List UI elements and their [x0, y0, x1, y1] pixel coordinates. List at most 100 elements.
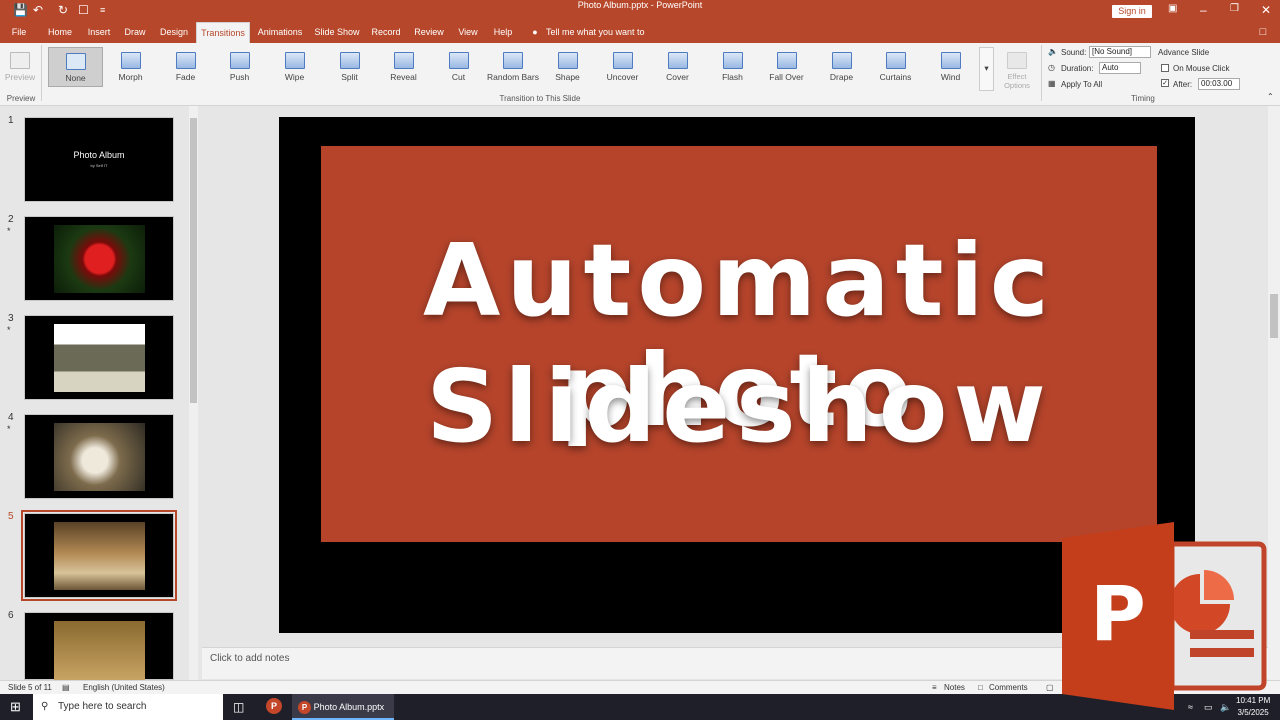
duration-input[interactable]: Auto: [1099, 62, 1141, 74]
on-mouse-click-checkbox[interactable]: [1161, 64, 1169, 72]
save-icon[interactable]: 💾: [13, 3, 28, 17]
ribbon-display-icon[interactable]: ▣: [1168, 3, 1177, 14]
powerpoint-logo: P: [1062, 522, 1268, 710]
notes-button[interactable]: Notes: [944, 683, 965, 692]
transition-flash[interactable]: Flash: [706, 47, 759, 87]
tab-animations[interactable]: Animations: [255, 22, 305, 43]
slide-thumbnail-1[interactable]: Photo Album by Seif IT: [24, 117, 174, 202]
slide-thumbnail-pane: 1 Photo Album by Seif IT 2 * 3 * 4 * 5 6: [0, 106, 200, 681]
plaque-photo: [54, 621, 145, 681]
transition-reveal[interactable]: Reveal: [377, 47, 430, 87]
comments-icon[interactable]: □: [1254, 22, 1272, 43]
powerpoint-taskbar-icon[interactable]: P: [266, 694, 282, 720]
customize-qat-icon[interactable]: ≡: [100, 5, 105, 15]
transition-drape[interactable]: Drape: [815, 47, 868, 87]
apply-to-all-button[interactable]: Apply To All: [1061, 80, 1102, 89]
preview-group-label: Preview: [6, 94, 36, 103]
tab-transitions[interactable]: Transitions: [196, 22, 250, 43]
language[interactable]: English (United States): [83, 683, 165, 692]
transition-none[interactable]: None: [48, 47, 103, 87]
thumbnail-scroll-thumb[interactable]: [190, 118, 197, 403]
after-checkbox[interactable]: ✓: [1161, 79, 1169, 87]
slide-title-line2: Slideshow: [426, 348, 1052, 465]
transition-push[interactable]: Push: [213, 47, 266, 87]
redo-icon[interactable]: ↻: [58, 3, 68, 17]
slide-scrollbar[interactable]: [1268, 106, 1280, 680]
sculpture-photo: [54, 522, 145, 590]
tab-slide-show[interactable]: Slide Show: [312, 22, 362, 43]
transition-wind[interactable]: Wind: [924, 47, 977, 87]
thumb-number: 3: [8, 313, 14, 324]
timing-group-label: Timing: [1131, 94, 1155, 103]
transition-random-bars[interactable]: Random Bars: [484, 47, 542, 87]
comment-icon: □: [978, 683, 983, 692]
window-title: Photo Album.pptx - PowerPoint: [577, 0, 703, 10]
tab-view[interactable]: View: [454, 22, 482, 43]
windows-start-icon[interactable]: ⊞: [10, 699, 21, 715]
tab-draw[interactable]: Draw: [120, 22, 150, 43]
touch-mode-icon[interactable]: ☐: [78, 3, 89, 17]
transition-cut[interactable]: Cut: [432, 47, 485, 87]
undo-icon[interactable]: ↶: [33, 3, 43, 17]
statues-photo: [54, 324, 145, 392]
slide-count: Slide 5 of 11: [8, 683, 52, 692]
transition-group-label: Transition to This Slide: [499, 94, 581, 103]
collapse-ribbon-icon[interactable]: ⌃: [1267, 92, 1274, 101]
thumb-title: Photo Album: [73, 150, 125, 160]
tell-me-search[interactable]: Tell me what you want to do: [546, 22, 656, 58]
close-icon[interactable]: ✕: [1261, 3, 1271, 17]
slide-thumbnail-2[interactable]: [24, 216, 174, 301]
thumb-number: 2: [8, 214, 14, 225]
normal-view-icon[interactable]: ▢: [1046, 683, 1054, 692]
chariot-photo: [54, 423, 145, 491]
sign-in-button[interactable]: Sign in: [1112, 5, 1152, 18]
tab-review[interactable]: Review: [412, 22, 446, 43]
transition-star: *: [7, 424, 11, 434]
tab-help[interactable]: Help: [490, 22, 516, 43]
sound-select[interactable]: [No Sound]: [1089, 46, 1151, 58]
slide-thumbnail-3[interactable]: [24, 315, 174, 400]
notes-icon: ≡: [932, 683, 937, 692]
tab-insert[interactable]: Insert: [84, 22, 114, 43]
gallery-more-button[interactable]: ▾: [979, 47, 994, 91]
title-shape[interactable]: Automatic photo Slideshow: [321, 146, 1157, 542]
ribbon-tabs: File Home Insert Draw Design Transitions…: [0, 22, 1280, 58]
after-input[interactable]: 00:03.00: [1198, 78, 1240, 90]
sound-label: Sound:: [1061, 48, 1087, 57]
clock-icon: ◷: [1048, 63, 1055, 72]
preview-button[interactable]: Preview: [4, 47, 36, 87]
tab-design[interactable]: Design: [158, 22, 190, 43]
transition-morph[interactable]: Morph: [104, 47, 157, 87]
transition-fade[interactable]: Fade: [159, 47, 212, 87]
transition-wipe[interactable]: Wipe: [268, 47, 321, 87]
taskbar-search[interactable]: ⚲ Type here to search: [33, 694, 223, 720]
comments-button[interactable]: Comments: [989, 683, 1028, 692]
transition-star: *: [7, 226, 11, 236]
powerpoint-window-button[interactable]: P Photo Album.pptx ...: [292, 694, 394, 720]
transition-cover[interactable]: Cover: [651, 47, 704, 87]
minimize-icon[interactable]: –: [1200, 3, 1207, 17]
slide-scroll-thumb[interactable]: [1270, 294, 1278, 338]
thumbnail-scrollbar[interactable]: [189, 106, 198, 680]
task-view-icon[interactable]: ◫: [233, 694, 244, 720]
slide-thumbnail-5[interactable]: [21, 510, 177, 601]
tab-home[interactable]: Home: [44, 22, 76, 43]
thumb-number: 6: [8, 610, 14, 621]
restore-icon[interactable]: ❐: [1230, 3, 1239, 14]
spellcheck-icon[interactable]: ▤: [62, 683, 70, 692]
tab-record[interactable]: Record: [370, 22, 402, 43]
slide-thumbnail-6[interactable]: [24, 612, 174, 681]
transition-fall-over[interactable]: Fall Over: [760, 47, 813, 87]
effect-options-button[interactable]: Effect Options: [998, 47, 1036, 90]
sound-icon: 🔈: [1048, 47, 1058, 56]
advance-slide-label: Advance Slide: [1158, 48, 1210, 57]
thumb-number-selected: 5: [8, 511, 14, 522]
transition-split[interactable]: Split: [323, 47, 376, 87]
transition-curtains[interactable]: Curtains: [869, 47, 922, 87]
transition-uncover[interactable]: Uncover: [596, 47, 649, 87]
transition-star: *: [7, 325, 11, 335]
tab-file[interactable]: File: [6, 22, 32, 43]
transition-shape[interactable]: Shape: [541, 47, 594, 87]
duration-label: Duration:: [1061, 64, 1094, 73]
slide-thumbnail-4[interactable]: [24, 414, 174, 499]
